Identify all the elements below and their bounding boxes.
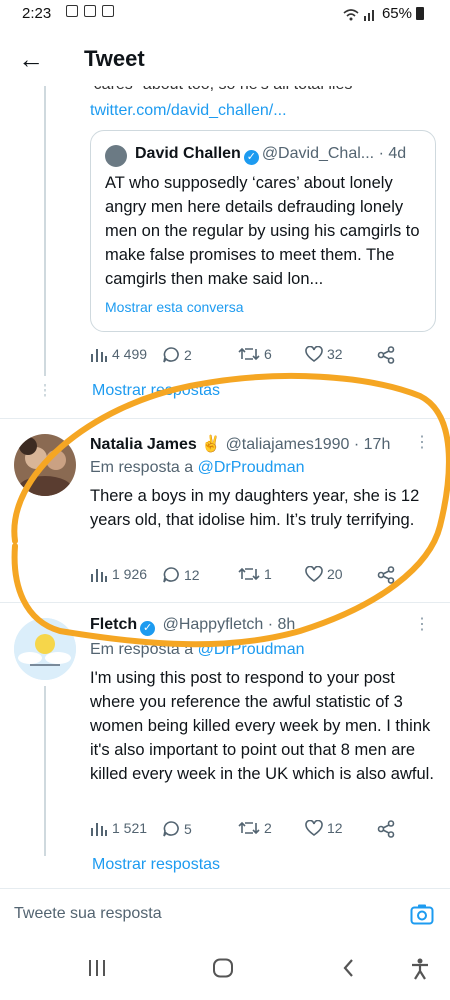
notification-muted-icon: [66, 5, 78, 17]
recent-apps-icon[interactable]: [86, 958, 108, 978]
status-bar: 2:23 65%: [0, 0, 450, 28]
camera-icon[interactable]: [410, 903, 434, 925]
status-time: 2:23: [22, 5, 52, 22]
gallery-icon: [84, 5, 96, 17]
app-bar: ← Tweet: [0, 34, 450, 86]
app-icon: [102, 5, 114, 17]
reply-input[interactable]: Tweete sua resposta: [14, 905, 162, 923]
reply-composer[interactable]: Tweete sua resposta: [0, 888, 450, 941]
accessibility-icon[interactable]: [410, 958, 430, 980]
wifi-signal-icon: [343, 8, 374, 21]
system-navigation-bar: [0, 942, 450, 1000]
hand-drawn-annotation: [11, 372, 450, 648]
home-icon[interactable]: [212, 958, 234, 978]
back-nav-icon[interactable]: [340, 958, 358, 978]
battery-icon: [416, 7, 424, 20]
tweet-thread[interactable]: "cares" about too, so he's all total lie…: [0, 86, 450, 886]
battery-percent: 65%: [381, 5, 412, 22]
page-title: Tweet: [84, 46, 145, 71]
back-arrow-icon[interactable]: ←: [18, 46, 44, 72]
